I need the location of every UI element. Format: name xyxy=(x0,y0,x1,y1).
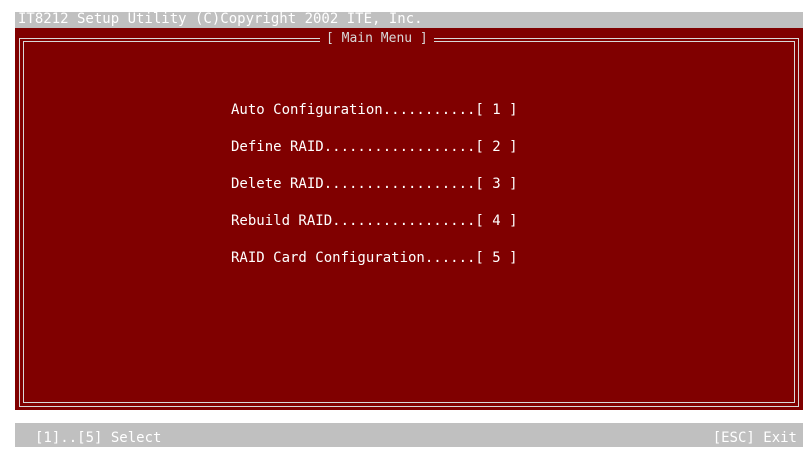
menu-item-define-raid[interactable]: Define RAID..................[ 2 ] xyxy=(231,137,518,174)
menu-title: [ Main Menu ] xyxy=(320,31,434,47)
menu-item-raid-card-configuration[interactable]: RAID Card Configuration......[ 5 ] xyxy=(231,248,518,285)
main-menu: Auto Configuration...........[ 1 ] Defin… xyxy=(231,100,518,285)
menu-item-rebuild-raid[interactable]: Rebuild RAID.................[ 4 ] xyxy=(231,211,518,248)
status-select-hint: [1]..[5] Select xyxy=(35,430,162,446)
status-bar: [1]..[5] Select [ESC] Exit xyxy=(15,423,803,447)
status-exit-hint[interactable]: [ESC] Exit xyxy=(713,426,797,450)
bios-setup-screen: IT8212 Setup Utility (C)Copyright 2002 I… xyxy=(0,0,805,457)
menu-item-auto-configuration[interactable]: Auto Configuration...........[ 1 ] xyxy=(231,100,518,137)
menu-item-delete-raid[interactable]: Delete RAID..................[ 3 ] xyxy=(231,174,518,211)
app-title: IT8212 Setup Utility (C)Copyright 2002 I… xyxy=(18,11,423,27)
